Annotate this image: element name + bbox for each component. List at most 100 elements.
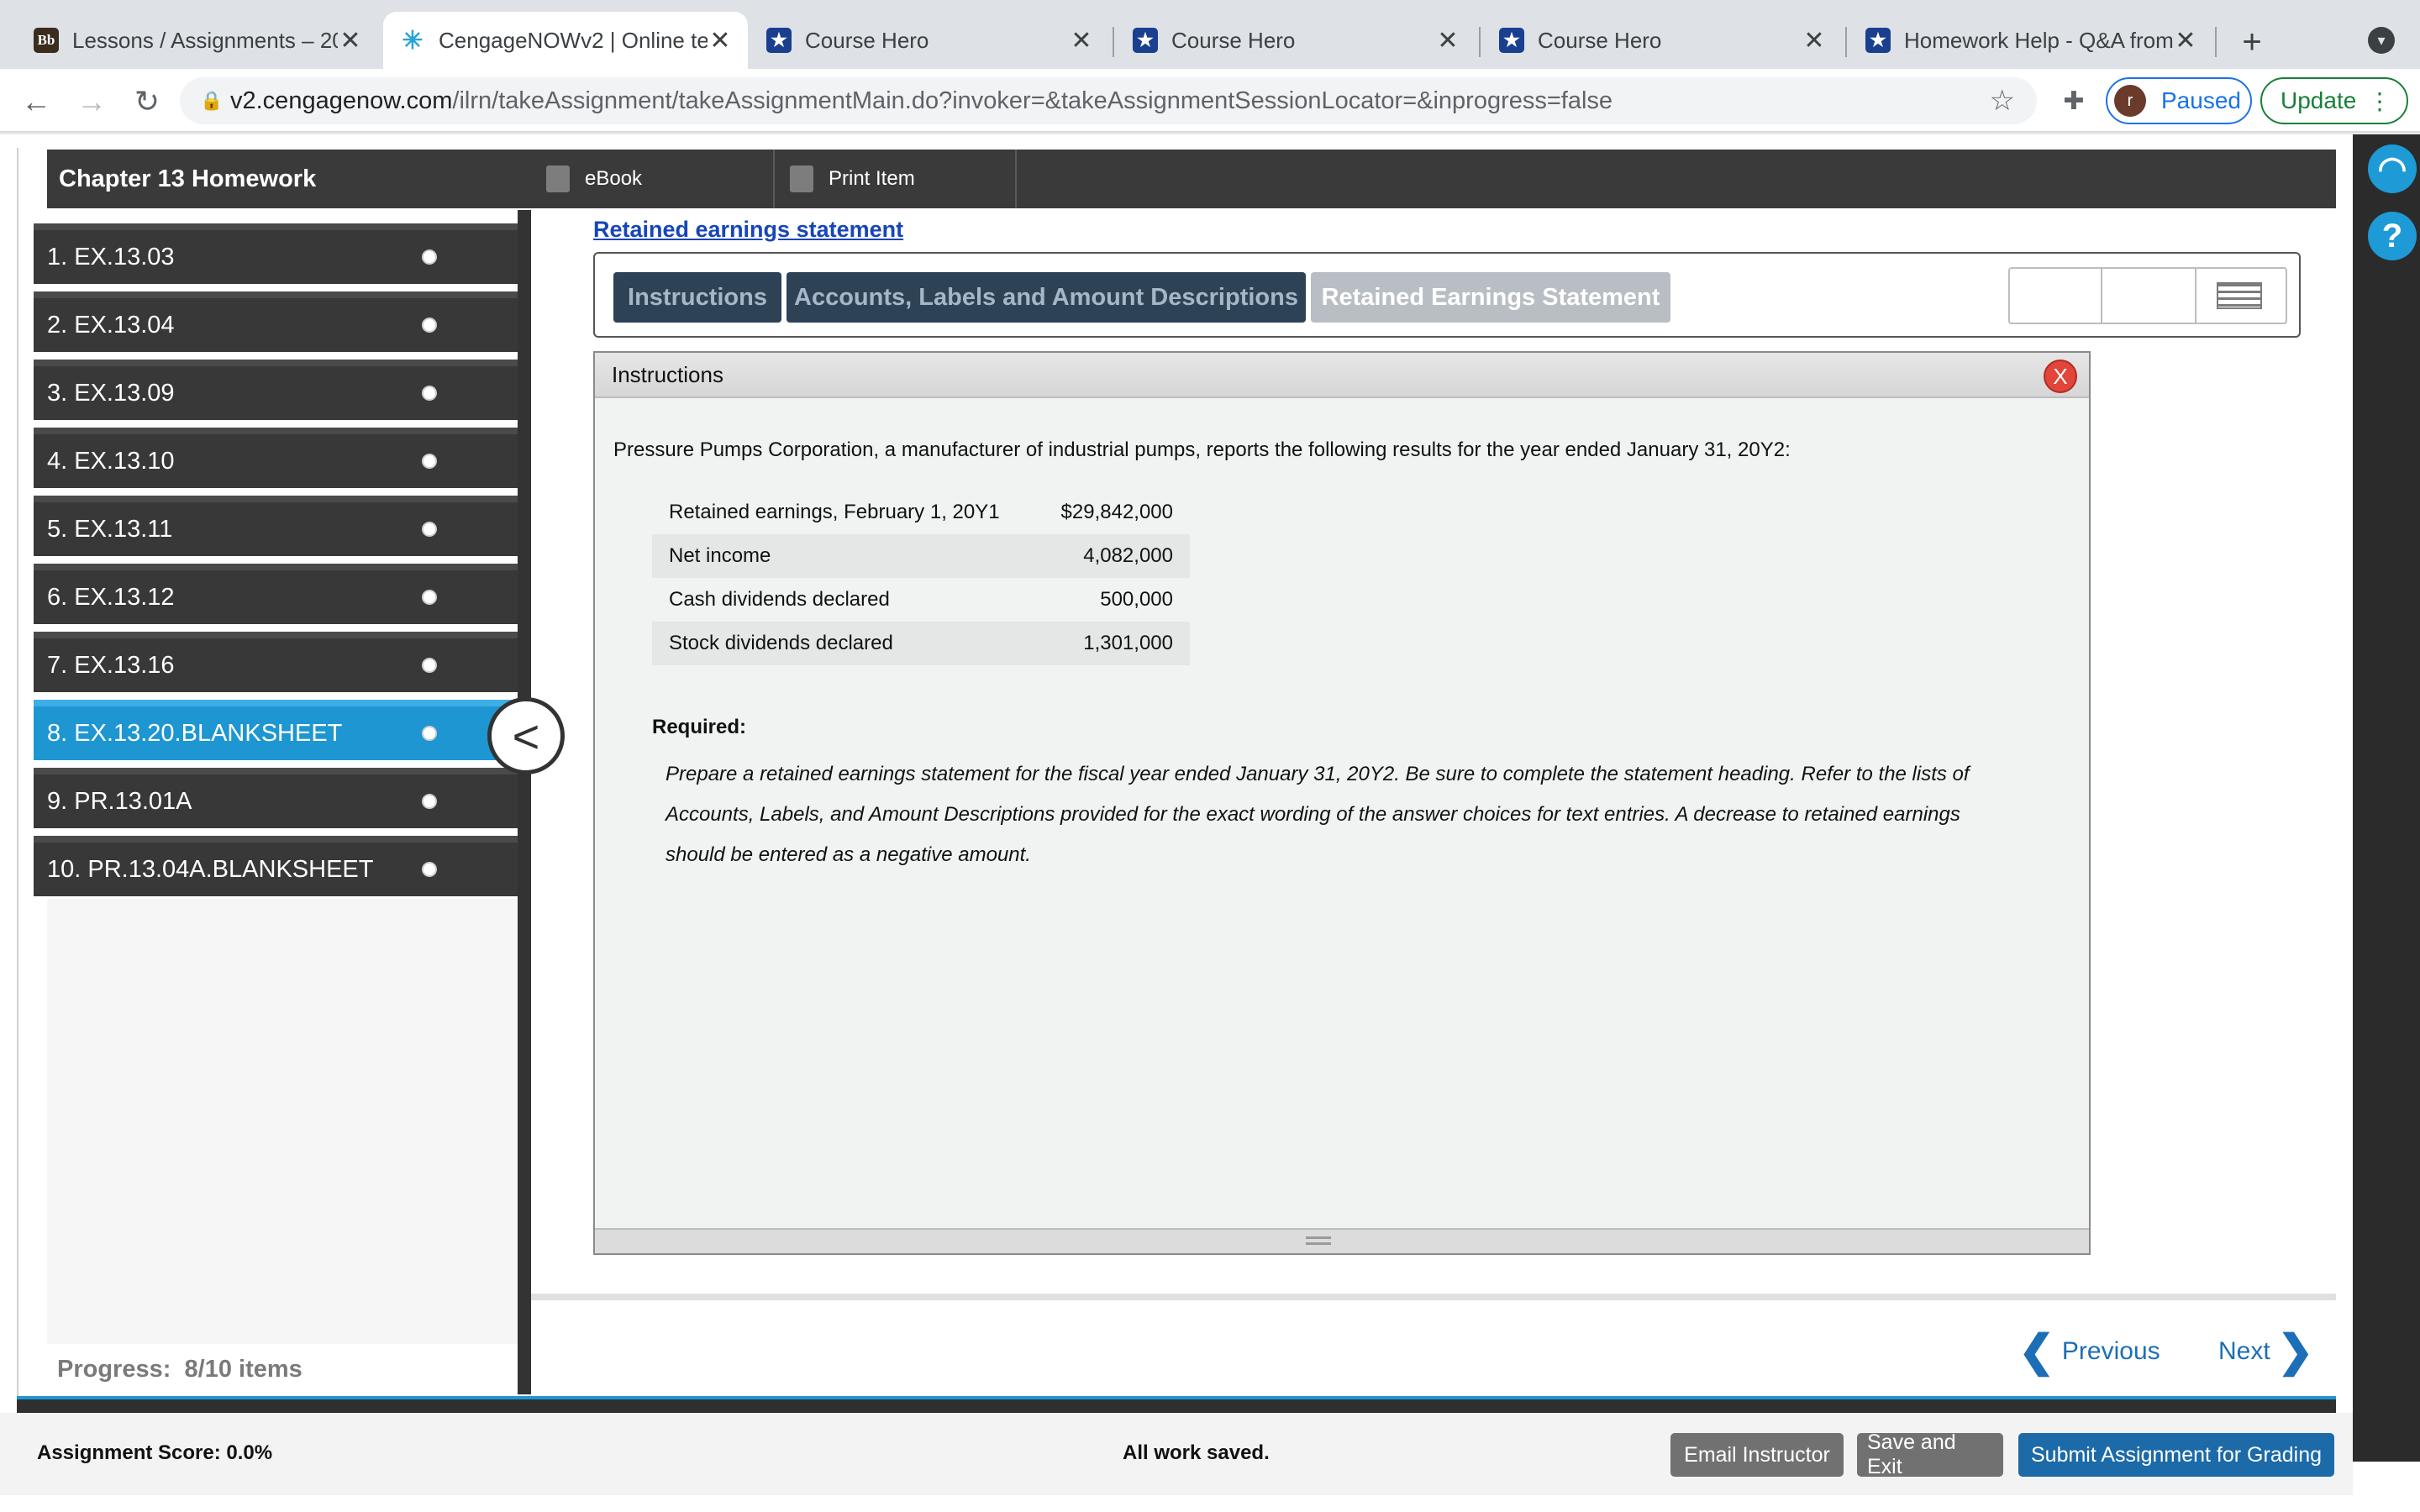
submit-assignment-button[interactable]: Submit Assignment for Grading (2018, 1433, 2334, 1477)
url-path: /ilrn/takeAssignment/takeAssignmentMain.… (452, 87, 1613, 114)
tab-separator (2215, 27, 2217, 57)
tab-title: Homework Help - Q&A from (1904, 27, 2173, 53)
close-panel-icon[interactable]: X (2044, 360, 2077, 393)
browser-tab[interactable]: ★ Course Hero ✕ (1116, 12, 1476, 69)
row-label: Stock dividends declared (652, 622, 1037, 665)
drag-grip-icon[interactable] (1306, 1236, 1331, 1245)
row-amount: 1,301,000 (1036, 622, 1190, 665)
question-label: 7. EX.13.16 (47, 651, 175, 679)
instructions-intro: Pressure Pumps Corporation, a manufactur… (613, 438, 1791, 461)
print-item-button[interactable]: Print Item (775, 150, 1017, 208)
sidebar-empty-area (47, 899, 518, 1344)
tab-accounts-labels[interactable]: Accounts, Labels and Amount Descriptions (786, 272, 1306, 323)
save-status: All work saved. (1123, 1441, 1270, 1464)
ebook-button[interactable]: eBook (531, 150, 775, 208)
question-item-7[interactable]: 7. EX.13.16 (34, 632, 518, 692)
close-tab-icon[interactable]: ✕ (1435, 26, 1460, 55)
status-dot-icon (422, 794, 437, 809)
question-item-3[interactable]: 3. EX.13.09 (34, 360, 518, 420)
tab-title: Course Hero (805, 27, 929, 53)
sidebar-divider (518, 210, 531, 1394)
close-tab-icon[interactable]: ✕ (1069, 26, 1094, 55)
new-tab-icon[interactable]: + (2235, 18, 2269, 66)
question-label: 6. EX.13.12 (47, 583, 175, 611)
coursehero-favicon-icon: ★ (1133, 28, 1158, 53)
row-label: Cash dividends declared (669, 588, 890, 611)
chevron-right-icon: ❯ (2277, 1327, 2314, 1376)
question-item-6[interactable]: 6. EX.13.12 (34, 564, 518, 624)
browser-tab[interactable]: ★ Course Hero ✕ (750, 12, 1109, 69)
content-toolbar: eBook Print Item (531, 150, 2336, 208)
status-dot-icon (422, 454, 437, 469)
list-menu-icon[interactable] (2217, 282, 2262, 309)
profile-button[interactable]: r Paused (2106, 77, 2252, 124)
panel-resize-handle[interactable] (595, 1228, 2089, 1253)
question-label: 1. EX.13.03 (47, 243, 175, 270)
help-question-icon[interactable]: ? (2368, 212, 2417, 260)
profile-status: Paused (2161, 87, 2241, 113)
progress-label: Progress: (57, 1356, 171, 1383)
browser-tab-active[interactable]: ✳ CengageNOWv2 | Online te ✕ (383, 12, 748, 69)
question-item-9[interactable]: 9. PR.13.01A (34, 768, 518, 828)
lock-icon: 🔒 (200, 90, 224, 111)
reload-icon[interactable]: ↻ (126, 81, 168, 123)
instructions-panel: Instructions X Pressure Pumps Corporatio… (593, 351, 2091, 1255)
close-tab-icon[interactable]: ✕ (1802, 26, 1827, 55)
question-item-2[interactable]: 2. EX.13.04 (34, 291, 518, 352)
more-vert-icon: ⋮ (2368, 87, 2391, 114)
tab-title: Lessons / Assignments – 20 (72, 27, 338, 53)
question-item-5[interactable]: 5. EX.13.11 (34, 496, 518, 556)
update-button[interactable]: Update ⋮ (2260, 77, 2408, 124)
extensions-puzzle-icon[interactable]: ✚ (2057, 84, 2091, 118)
bookmark-star-icon[interactable]: ☆ (1990, 84, 2015, 118)
status-dot-icon (422, 590, 437, 605)
question-item-4[interactable]: 4. EX.13.10 (34, 428, 518, 488)
question-label: 5. EX.13.11 (47, 515, 173, 543)
view-toggle[interactable] (2008, 267, 2287, 324)
tab-title: Course Hero (1538, 27, 1662, 53)
progress-value: 8/10 items (184, 1356, 302, 1383)
assignment-title: Chapter 13 Homework (47, 150, 531, 208)
tab-separator (1479, 27, 1481, 57)
back-arrow-icon[interactable]: ← (15, 81, 57, 123)
tab-search-icon[interactable]: ▾ (2368, 27, 2395, 54)
book-icon (546, 165, 570, 192)
chevron-left-icon: ❮ (2018, 1327, 2055, 1376)
close-tab-icon[interactable]: ✕ (2173, 26, 2198, 55)
question-label: 2. EX.13.04 (47, 311, 175, 339)
address-bar[interactable]: 🔒 v2.cengagenow.com/ilrn/takeAssignment/… (180, 77, 2037, 124)
collapse-sidebar-chevron-icon[interactable]: < (487, 697, 565, 774)
table-row: Net income 4,082,000 (652, 534, 1190, 578)
view-toggle-segment[interactable] (2102, 269, 2196, 323)
coursehero-favicon-icon: ★ (1499, 28, 1524, 53)
question-item-10[interactable]: 10. PR.13.04A.BLANKSHEET (34, 836, 518, 896)
subtab-bar: Instructions Accounts, Labels and Amount… (593, 252, 2301, 338)
table-row: Stock dividends declared 1,301,000 (652, 622, 1190, 665)
row-label: Retained earnings, February 1, 20Y1 (669, 501, 1000, 523)
question-item-8-active[interactable]: 8. EX.13.20.BLANKSHEET (34, 700, 518, 760)
email-instructor-button[interactable]: Email Instructor (1670, 1433, 1844, 1477)
tab-instructions[interactable]: Instructions (613, 272, 781, 323)
close-tab-icon[interactable]: ✕ (338, 26, 363, 55)
close-tab-icon[interactable]: ✕ (708, 26, 733, 55)
footer-divider (17, 1396, 2336, 1413)
browser-tab[interactable]: ★ Homework Help - Q&A from ✕ (1849, 12, 2213, 69)
save-and-exit-button[interactable]: Save and Exit (1857, 1431, 2003, 1478)
question-label: 10. PR.13.04A.BLANKSHEET (47, 855, 374, 883)
headset-support-icon[interactable]: ◠ (2368, 144, 2417, 193)
data-table: Retained earnings, February 1, 20Y1 $29,… (652, 491, 1190, 665)
tab-retained-earnings-statement[interactable]: Retained Earnings Statement (1311, 272, 1670, 323)
section-title-link[interactable]: Retained earnings statement (593, 217, 903, 243)
status-dot-icon (422, 862, 437, 877)
question-item-1[interactable]: 1. EX.13.03 (34, 223, 518, 284)
row-amount: 4,082,000 (1036, 534, 1190, 578)
previous-button[interactable]: ❮ Previous (2018, 1327, 2160, 1376)
browser-tab[interactable]: ★ Course Hero ✕ (1482, 12, 1842, 69)
forward-arrow-icon[interactable]: → (71, 81, 113, 123)
next-button[interactable]: Next ❯ (2218, 1327, 2314, 1376)
instructions-panel-header: Instructions X (595, 353, 2089, 398)
view-toggle-segment[interactable] (2010, 269, 2102, 323)
required-text: Prepare a retained earnings statement fo… (666, 763, 1970, 866)
question-label: 4. EX.13.10 (47, 447, 175, 475)
browser-tab[interactable]: Bb Lessons / Assignments – 20 ✕ (17, 12, 378, 69)
